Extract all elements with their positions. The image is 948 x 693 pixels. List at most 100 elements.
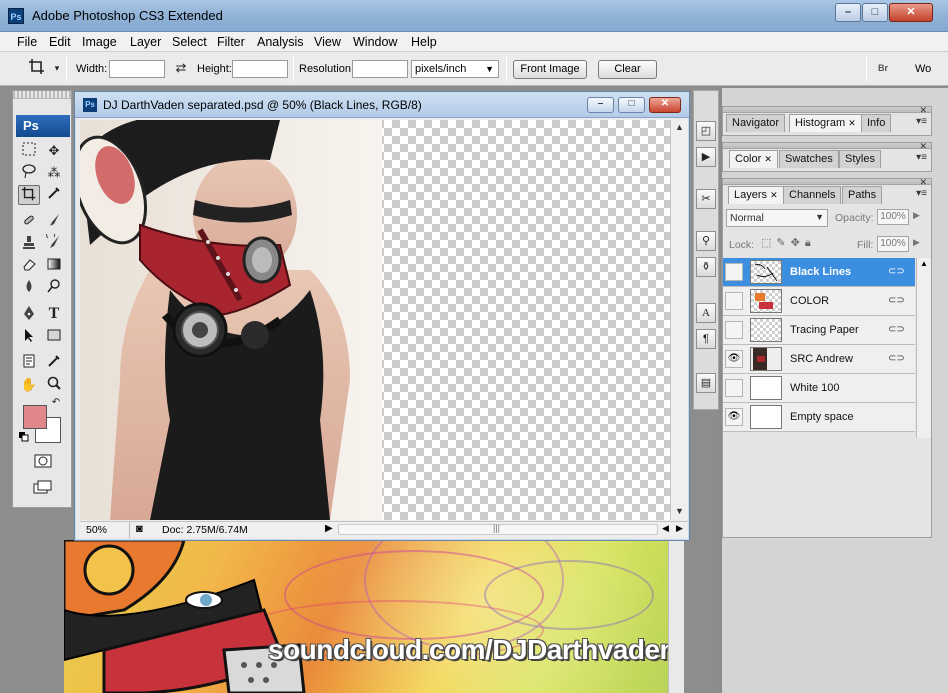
rectangular-marquee-tool-icon[interactable] [18, 141, 40, 161]
document-vertical-scrollbar[interactable]: ▲ ▼ [670, 120, 688, 520]
document-maximize-button[interactable]: □ [618, 97, 645, 113]
horizontal-scrollbar[interactable]: ||| [338, 523, 658, 535]
history-brush-tool-icon[interactable] [43, 230, 65, 254]
pen-tool-icon[interactable] [18, 305, 40, 325]
tab-close-icon[interactable]: ✕ [764, 154, 772, 164]
layer-row-empty-space[interactable]: 👁︎ Empty space [723, 403, 915, 432]
rectangle-tool-icon[interactable] [43, 327, 65, 347]
crop-tool-icon[interactable] [18, 185, 40, 205]
maximize-button[interactable]: □ [862, 3, 888, 22]
tab-swatches[interactable]: Swatches [779, 150, 839, 168]
foreground-color-swatch[interactable] [23, 405, 47, 429]
blend-mode-select[interactable]: Normal ▼ [726, 209, 828, 227]
type-tool-icon[interactable]: T [43, 305, 65, 325]
fill-slider-icon[interactable]: ▶ [913, 237, 920, 248]
hand-tool-icon[interactable]: ✋ [18, 375, 40, 395]
panel-menu-icon[interactable]: ▾≡ [916, 188, 927, 199]
tab-styles[interactable]: Styles [839, 150, 881, 168]
workspace-label[interactable]: Wo [915, 63, 931, 75]
menu-analysis[interactable]: Analysis [257, 35, 304, 49]
layer-row-src-andrew[interactable]: 👁︎ SRC Andrew ⊂⊃ [723, 345, 915, 374]
panel-menu-icon[interactable]: ▾≡ [916, 152, 927, 163]
opacity-slider-icon[interactable]: ▶ [913, 210, 920, 221]
layer-visibility-toggle[interactable] [725, 379, 743, 397]
clone-stamp-tool-icon[interactable] [18, 234, 40, 254]
document-close-button[interactable]: ✕ [649, 97, 681, 113]
layer-visibility-toggle[interactable] [725, 263, 743, 281]
background-document-canvas[interactable]: soundcloud.com/DJDarthvaden [64, 540, 668, 693]
layer-row-black-lines[interactable]: Black Lines ⊂⊃ [723, 258, 915, 287]
quick-mask-icon[interactable] [32, 453, 54, 473]
brush-tool-icon[interactable] [43, 212, 65, 232]
tool-presets-panel-icon[interactable]: ✂ [696, 189, 716, 209]
swap-dimensions-icon[interactable]: ⇄ [170, 58, 192, 78]
healing-brush-tool-icon[interactable] [18, 212, 40, 232]
paragraph-panel-icon[interactable]: ¶ [696, 329, 716, 349]
tab-channels[interactable]: Channels [783, 186, 842, 204]
tab-close-icon[interactable]: ✕ [770, 190, 778, 200]
menu-filter[interactable]: Filter [217, 35, 245, 49]
document-title-bar[interactable]: Ps DJ DarthVaden separated.psd @ 50% (Bl… [75, 92, 689, 118]
clone-source-panel-icon[interactable]: ⚱ [696, 257, 716, 277]
layer-visibility-toggle[interactable]: 👁︎ [725, 408, 743, 426]
path-selection-tool-icon[interactable] [18, 327, 40, 347]
document-canvas[interactable] [80, 120, 670, 520]
layer-row-tracing-paper[interactable]: Tracing Paper ⊂⊃ [723, 316, 915, 345]
scroll-right-icon[interactable]: ▶ [676, 523, 683, 534]
crop-tool-preset-icon[interactable] [26, 58, 48, 78]
zoom-tool-icon[interactable] [43, 375, 65, 395]
menu-file[interactable]: File [17, 35, 37, 49]
tool-preset-dropdown-icon[interactable]: ▾ [46, 58, 68, 78]
magic-wand-tool-icon[interactable]: ⁂ [43, 163, 65, 183]
height-field[interactable] [232, 60, 288, 78]
layers-scrollbar[interactable]: ▲ [916, 258, 931, 438]
lasso-tool-icon[interactable] [18, 163, 40, 183]
resolution-field[interactable] [352, 60, 408, 78]
menu-layer[interactable]: Layer [130, 35, 161, 49]
gradient-tool-icon[interactable] [43, 256, 65, 276]
menu-window[interactable]: Window [353, 35, 397, 49]
zoom-level-field[interactable]: 50% [80, 522, 130, 538]
lock-icons[interactable]: ⬚✎✥🔒︎ [761, 236, 816, 250]
screen-mode-icon[interactable] [32, 479, 54, 499]
actions-panel-icon[interactable]: ▶ [696, 147, 716, 167]
blur-tool-icon[interactable] [18, 278, 40, 298]
layer-visibility-toggle[interactable] [725, 292, 743, 310]
background-document-scrollbar[interactable] [668, 540, 684, 693]
scroll-up-icon[interactable]: ▲ [920, 259, 928, 268]
tab-color[interactable]: Color ✕ [729, 150, 778, 168]
panel-menu-icon[interactable]: ▾≡ [916, 116, 927, 127]
brushes-panel-icon[interactable]: ⚲ [696, 231, 716, 251]
scroll-left-icon[interactable]: ◀ [662, 523, 669, 534]
character-panel-icon[interactable]: A [696, 303, 716, 323]
tools-ps-logo[interactable]: Ps [16, 115, 70, 137]
eyedropper-tool-icon[interactable] [43, 185, 65, 205]
swap-colors-icon[interactable]: ↶ [49, 397, 63, 409]
move-tool-icon[interactable]: ✥ [43, 141, 65, 161]
tab-histogram[interactable]: Histogram ✕ [789, 114, 862, 132]
layer-row-color[interactable]: COLOR ⊂⊃ [723, 287, 915, 316]
menu-view[interactable]: View [314, 35, 341, 49]
tab-info[interactable]: Info [861, 114, 892, 132]
document-minimize-button[interactable]: – [587, 97, 614, 113]
menu-edit[interactable]: Edit [49, 35, 71, 49]
tab-navigator[interactable]: Navigator [726, 114, 786, 132]
default-colors-icon[interactable] [17, 431, 31, 443]
scroll-up-icon[interactable]: ▲ [675, 122, 684, 132]
tab-close-icon[interactable]: ✕ [848, 118, 856, 128]
opacity-field[interactable]: 100% [877, 209, 909, 225]
menu-select[interactable]: Select [172, 35, 207, 49]
scroll-thumb-grip-icon[interactable]: ||| [493, 523, 500, 533]
scroll-down-icon[interactable]: ▼ [675, 506, 684, 516]
history-panel-icon[interactable]: ◰ [696, 121, 716, 141]
notes-tool-icon[interactable] [18, 353, 40, 373]
tools-panel-grip[interactable] [13, 91, 71, 99]
menu-help[interactable]: Help [411, 35, 437, 49]
close-button[interactable]: ✕ [889, 3, 933, 22]
status-expand-icon[interactable]: ▶ [325, 523, 333, 534]
clear-button[interactable]: Clear [598, 60, 657, 79]
dodge-tool-icon[interactable] [43, 278, 65, 298]
status-menu-icon[interactable]: ◙ [136, 523, 143, 535]
color-sampler-tool-icon[interactable] [43, 353, 65, 373]
eraser-tool-icon[interactable] [18, 256, 40, 276]
